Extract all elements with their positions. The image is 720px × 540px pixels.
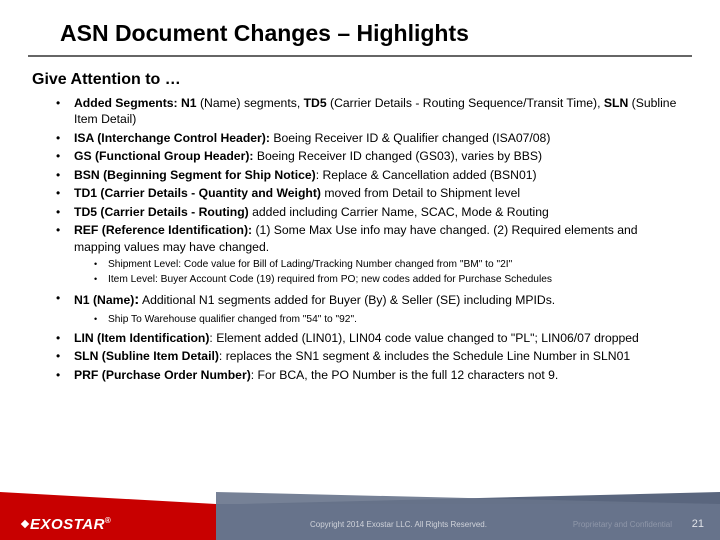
page-title: ASN Document Changes – Highlights: [28, 0, 692, 57]
text: Additional N1 segments added for Buyer (…: [139, 293, 555, 307]
text: : Replace & Cancellation added (BSN01): [316, 168, 537, 182]
text: (Carrier Details - Routing Sequence/Tran…: [327, 96, 604, 110]
title-area: ASN Document Changes – Highlights: [0, 0, 720, 57]
footer-decoration: [216, 492, 720, 504]
list-item: REF (Reference Identification): (1) Some…: [56, 222, 684, 286]
text: added including Carrier Name, SCAC, Mode…: [249, 205, 549, 219]
list-item: LIN (Item Identification): Element added…: [56, 330, 684, 346]
list-item: Ship To Warehouse qualifier changed from…: [94, 313, 684, 327]
list-item: GS (Functional Group Header): Boeing Rec…: [56, 148, 684, 164]
confidential-stamp: Proprietary and Confidential: [573, 520, 672, 529]
list-item: PRF (Purchase Order Number): For BCA, th…: [56, 367, 684, 383]
content-area: Added Segments: N1 (Name) segments, TD5 …: [0, 95, 720, 383]
text: moved from Detail to Shipment level: [321, 186, 520, 200]
list-item: TD5 (Carrier Details - Routing) added in…: [56, 204, 684, 220]
copyright-text: Copyright 2014 Exostar LLC. All Rights R…: [310, 520, 487, 529]
bold-text: TD1 (Carrier Details - Quantity and Weig…: [74, 186, 321, 200]
bold-text: N1 (Name): [74, 293, 134, 307]
bold-text: TD5 (Carrier Details - Routing): [74, 205, 249, 219]
bold-text: REF (Reference Identification):: [74, 223, 252, 237]
bold-text: Added Segments: N1: [74, 96, 197, 110]
section-subtitle: Give Attention to …: [0, 57, 720, 95]
bold-text: PRF (Purchase Order Number): [74, 368, 251, 382]
bold-text: SLN: [604, 96, 628, 110]
text: : replaces the SN1 segment & includes th…: [219, 349, 630, 363]
list-item: ISA (Interchange Control Header): Boeing…: [56, 130, 684, 146]
bold-text: BSN (Beginning Segment for Ship Notice): [74, 168, 316, 182]
footer-decoration: [0, 492, 216, 504]
bold-text: GS (Functional Group Header):: [74, 149, 253, 163]
list-item: BSN (Beginning Segment for Ship Notice):…: [56, 167, 684, 183]
text: Boeing Receiver ID & Qualifier changed (…: [270, 131, 550, 145]
logo-text: EXOSTAR: [30, 516, 105, 533]
text: Boeing Receiver ID changed (GS03), varie…: [253, 149, 542, 163]
bold-text: ISA (Interchange Control Header):: [74, 131, 270, 145]
text: (Name) segments,: [197, 96, 304, 110]
list-item: TD1 (Carrier Details - Quantity and Weig…: [56, 185, 684, 201]
logo-icon: [21, 520, 29, 528]
bullet-list: Added Segments: N1 (Name) segments, TD5 …: [56, 95, 684, 383]
logo: EXOSTAR®: [22, 516, 111, 533]
text: : Element added (LIN01), LIN04 code valu…: [209, 331, 638, 345]
list-item: Item Level: Buyer Account Code (19) requ…: [94, 273, 684, 287]
sub-bullet-list: Ship To Warehouse qualifier changed from…: [94, 313, 684, 327]
bold-text: SLN (Subline Item Detail): [74, 349, 219, 363]
page-number: 21: [692, 518, 704, 530]
footer-bar: EXOSTAR® Copyright 2014 Exostar LLC. All…: [0, 504, 720, 540]
bold-text: LIN (Item Identification): [74, 331, 209, 345]
text: : For BCA, the PO Number is the full 12 …: [251, 368, 559, 382]
list-item: Added Segments: N1 (Name) segments, TD5 …: [56, 95, 684, 128]
list-item: Shipment Level: Code value for Bill of L…: [94, 258, 684, 272]
bold-text: TD5: [304, 96, 327, 110]
list-item: N1 (Name): Additional N1 segments added …: [56, 290, 684, 327]
list-item: SLN (Subline Item Detail): replaces the …: [56, 348, 684, 364]
slide: { "title": "ASN Document Changes – Highl…: [0, 0, 720, 540]
sub-bullet-list: Shipment Level: Code value for Bill of L…: [94, 258, 684, 287]
trademark-icon: ®: [105, 516, 111, 525]
